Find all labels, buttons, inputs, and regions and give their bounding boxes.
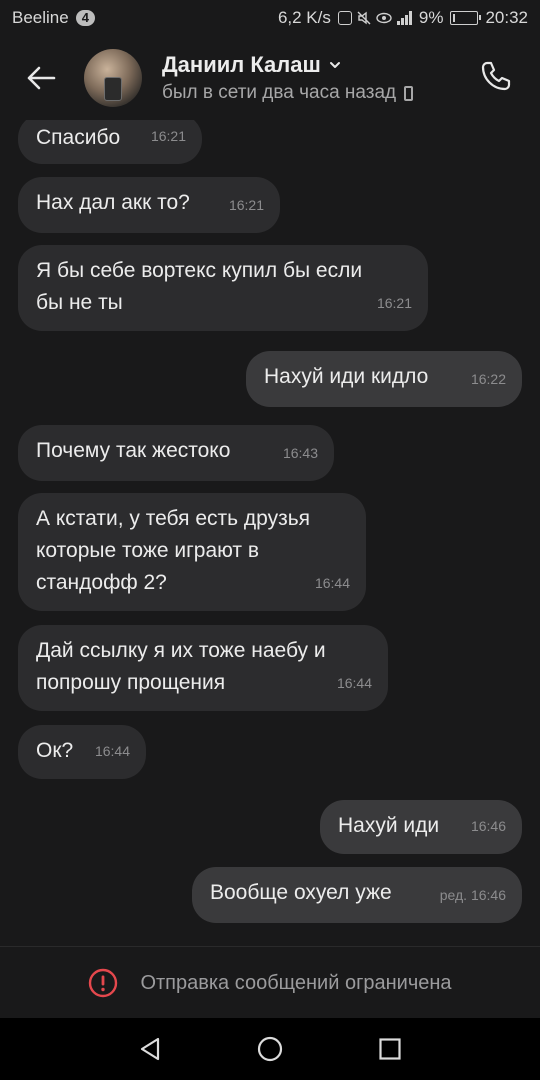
message-bubble[interactable]: Дай ссылку я их тоже наебу и попрошу про… bbox=[18, 625, 388, 711]
message-text: Вообще охуел уже bbox=[210, 881, 392, 904]
call-button[interactable] bbox=[468, 48, 524, 104]
avatar-image bbox=[104, 77, 122, 101]
message-bubble[interactable]: Почему так жестоко 16:43 bbox=[18, 425, 334, 481]
message-bubble[interactable]: Нах дал акк то? 16:21 bbox=[18, 177, 280, 233]
chevron-down-icon bbox=[329, 62, 340, 68]
last-seen-status: был в сети два часа назад bbox=[162, 82, 397, 103]
clock: 20:32 bbox=[485, 8, 528, 27]
signal-icon bbox=[396, 11, 412, 25]
message-bubble[interactable]: Вообще охуел уже ред. 16:46 bbox=[192, 867, 522, 923]
chat-header: Даниил Калаш был в сети два часа назад bbox=[0, 36, 540, 120]
message-time: 16:44 bbox=[314, 575, 350, 591]
mobile-device-icon bbox=[404, 85, 414, 101]
message-text: Спасибо bbox=[36, 126, 121, 149]
message-time: 16:21 bbox=[150, 128, 186, 144]
nfc-icon bbox=[337, 11, 352, 25]
warning-icon bbox=[89, 968, 118, 998]
carrier-name: Beeline bbox=[12, 8, 69, 27]
status-bar: Beeline 4 6,2 K/s 9% 20:32 bbox=[0, 0, 540, 36]
message-bubble[interactable]: Нахуй иди 16:46 bbox=[320, 800, 522, 854]
message-time: 16:22 bbox=[470, 371, 506, 387]
message-text: Нах дал акк то? bbox=[36, 191, 190, 214]
avatar[interactable] bbox=[84, 49, 142, 107]
message-text: Я бы себе вортекс купил бы если бы не ты bbox=[36, 259, 363, 314]
message-text: Нахуй иди кидло bbox=[264, 365, 429, 388]
network-speed: 6,2 K/s bbox=[277, 8, 331, 27]
message-bubble[interactable]: А кстати, у тебя есть друзья которые тож… bbox=[18, 493, 366, 611]
message-time: 16:43 bbox=[282, 445, 318, 461]
phone-icon bbox=[481, 61, 511, 91]
message-time: 16:21 bbox=[376, 295, 412, 311]
battery-percent: 9% bbox=[418, 8, 444, 27]
contact-info[interactable]: Даниил Калаш был в сети два часа назад bbox=[162, 52, 414, 104]
back-triangle-icon bbox=[140, 1037, 160, 1061]
message-time: ред. 16:46 bbox=[439, 887, 506, 903]
restriction-message: Отправка сообщений ограничена bbox=[140, 971, 452, 994]
message-text: Дай ссылку я их тоже наебу и попрошу про… bbox=[36, 639, 326, 694]
message-time: 16:46 bbox=[470, 818, 506, 834]
back-button[interactable] bbox=[12, 49, 70, 107]
message-text: Почему так жестоко bbox=[36, 439, 231, 462]
message-text: Ок? bbox=[36, 739, 74, 762]
message-list[interactable]: Спасибо 16:21 Нах дал акк то? 16:21 Я бы… bbox=[0, 120, 540, 946]
nav-home-button[interactable] bbox=[250, 1029, 290, 1069]
back-arrow-icon bbox=[27, 66, 56, 90]
messaging-restricted-bar: Отправка сообщений ограничена bbox=[0, 946, 540, 1019]
message-bubble[interactable]: Нахуй иди кидло 16:22 bbox=[246, 351, 522, 407]
home-circle-icon bbox=[257, 1036, 283, 1062]
nav-recents-button[interactable] bbox=[370, 1029, 410, 1069]
recents-square-icon bbox=[379, 1038, 401, 1060]
message-bubble[interactable]: Ок? 16:44 bbox=[18, 725, 146, 779]
contact-name: Даниил Калаш bbox=[162, 52, 321, 77]
battery-level bbox=[453, 14, 456, 22]
eye-icon bbox=[376, 12, 392, 24]
notification-badge: 4 bbox=[75, 10, 95, 26]
message-time: 16:21 bbox=[228, 197, 264, 213]
message-time: 16:44 bbox=[94, 743, 130, 759]
message-text: Нахуй иди bbox=[338, 814, 440, 837]
message-text: А кстати, у тебя есть друзья которые тож… bbox=[36, 507, 311, 594]
mute-icon bbox=[357, 11, 371, 25]
message-bubble[interactable]: Я бы себе вортекс купил бы если бы не ты… bbox=[18, 245, 428, 331]
message-time: 16:44 bbox=[336, 675, 372, 691]
system-nav-bar bbox=[0, 1018, 540, 1080]
battery-icon bbox=[450, 11, 482, 25]
nav-back-button[interactable] bbox=[130, 1029, 170, 1069]
message-bubble[interactable]: Спасибо 16:21 bbox=[18, 120, 202, 164]
